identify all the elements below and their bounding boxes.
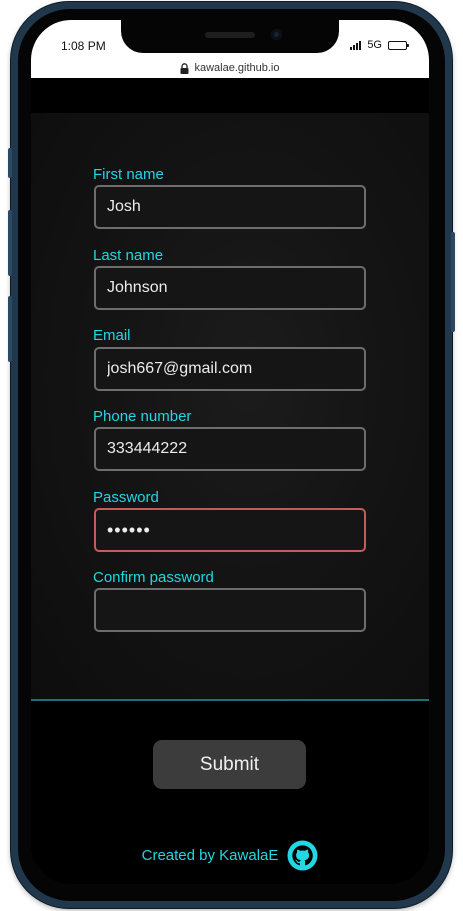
mute-switch bbox=[8, 148, 12, 178]
credit-footer: Created by KawalaE bbox=[31, 840, 429, 871]
github-icon[interactable] bbox=[287, 840, 318, 871]
last-name-field[interactable] bbox=[94, 266, 366, 310]
front-camera bbox=[271, 29, 282, 40]
speaker-grille bbox=[205, 32, 255, 38]
submit-button[interactable]: Submit bbox=[153, 740, 306, 789]
page-top-bar bbox=[31, 86, 429, 113]
volume-down-button bbox=[8, 296, 12, 362]
password-field[interactable] bbox=[94, 508, 366, 552]
url-text: kawalae.github.io bbox=[194, 62, 280, 74]
status-indicators: 5G bbox=[350, 39, 409, 51]
phone-screen: 1:08 PM 5G kawalae.github.io First name … bbox=[31, 20, 429, 884]
confirm-password-field[interactable] bbox=[94, 588, 366, 632]
email-field[interactable] bbox=[94, 347, 366, 391]
confirm-password-label: Confirm password bbox=[93, 569, 214, 586]
password-label: Password bbox=[93, 489, 159, 506]
notch bbox=[121, 20, 339, 53]
volume-up-button bbox=[8, 210, 12, 276]
network-type: 5G bbox=[367, 39, 382, 51]
last-name-label: Last name bbox=[93, 247, 164, 264]
status-bar: 1:08 PM 5G kawalae.github.io bbox=[31, 20, 429, 78]
phone-number-label: Phone number bbox=[93, 408, 192, 425]
first-name-field[interactable] bbox=[94, 185, 366, 229]
first-name-label: First name bbox=[93, 166, 164, 183]
power-button bbox=[451, 232, 455, 332]
email-label: Email bbox=[93, 327, 131, 344]
lock-icon bbox=[180, 62, 189, 74]
battery-icon bbox=[388, 40, 409, 50]
phone-number-field[interactable] bbox=[94, 427, 366, 471]
address-bar[interactable]: kawalae.github.io bbox=[31, 62, 429, 74]
status-time: 1:08 PM bbox=[61, 39, 106, 53]
signal-icon bbox=[350, 40, 362, 50]
credit-text: Created by KawalaE bbox=[141, 847, 279, 864]
